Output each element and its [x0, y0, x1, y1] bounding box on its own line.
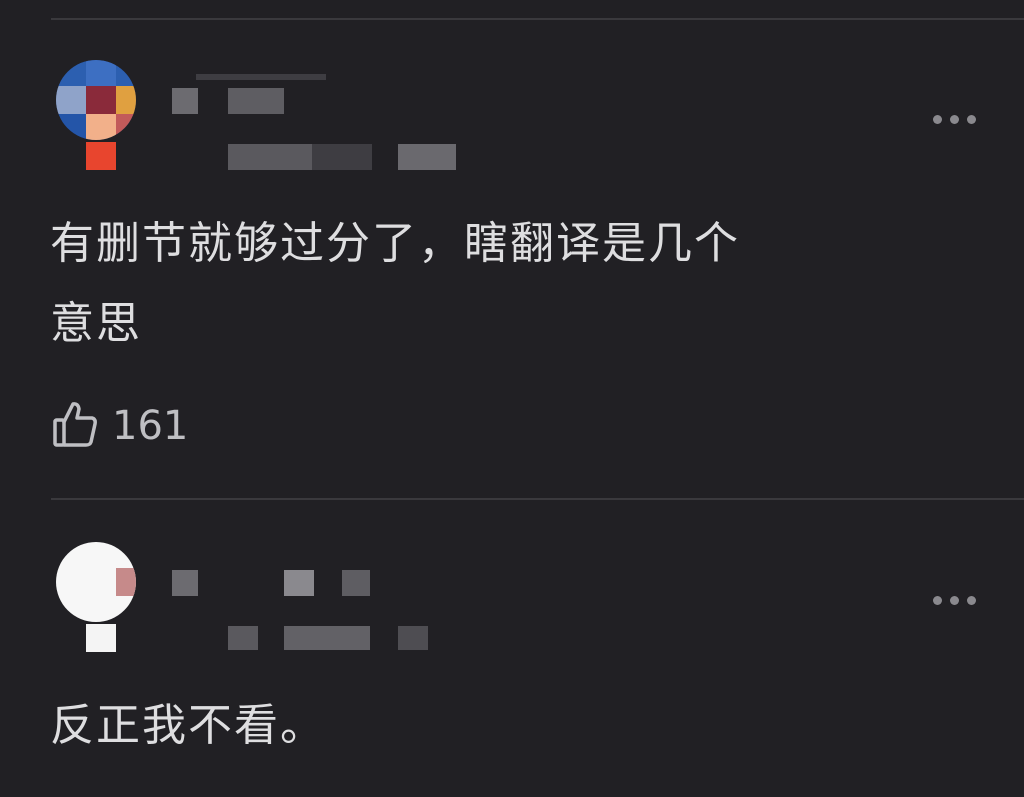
pixelated-avatar-icon[interactable] [48, 58, 144, 170]
username-redacted [228, 88, 284, 114]
comment-text: 反正我不看。 [50, 686, 950, 766]
meta-redacted [312, 144, 372, 170]
top-divider [51, 18, 1024, 20]
comment-text-line: 反正我不看。 [50, 700, 326, 751]
like-button[interactable]: 161 [52, 400, 188, 452]
meta-redacted [228, 144, 312, 170]
meta-redacted [228, 626, 258, 650]
comment-text-line: 有删节就够过分了，瞎翻译是几个 [50, 218, 740, 269]
pixelated-avatar-icon[interactable] [48, 540, 144, 652]
username-redacted [172, 570, 198, 596]
meta-redacted [398, 626, 428, 650]
username-redacted [172, 88, 198, 114]
thumbs-up-icon [52, 400, 98, 452]
more-options-icon[interactable] [933, 115, 976, 124]
meta-redacted [284, 626, 370, 650]
like-count: 161 [112, 403, 189, 449]
comment-text-line: 意思 [50, 298, 142, 349]
comment-text: 有删节就够过分了，瞎翻译是几个 意思 [50, 204, 950, 364]
username-redacted [342, 570, 370, 596]
comment-divider [51, 498, 1024, 500]
username-redacted [196, 74, 326, 80]
more-options-icon[interactable] [933, 596, 976, 605]
username-redacted [284, 570, 314, 596]
meta-redacted [398, 144, 456, 170]
